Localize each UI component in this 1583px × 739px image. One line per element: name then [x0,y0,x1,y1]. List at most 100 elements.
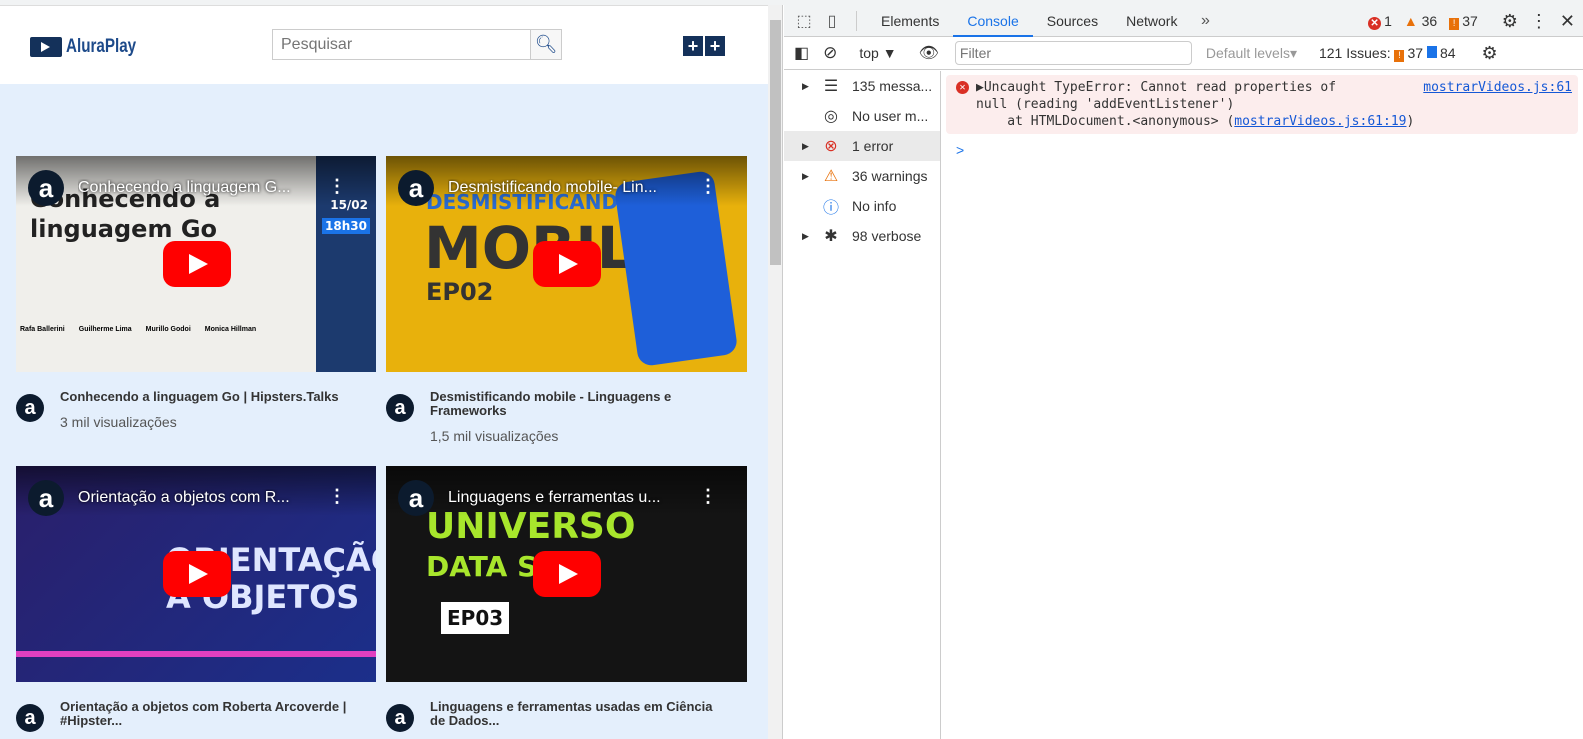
scrollbar-thumb[interactable] [770,20,781,265]
context-selector[interactable]: top ▼ [859,45,896,61]
play-icon[interactable] [533,551,601,597]
sidebar-toggle-icon[interactable]: ◧ [794,43,809,63]
video-thumbnail[interactable]: UNIVERSO DATA SCI EP03 a Linguagens e fe… [386,466,747,682]
overlay-title[interactable]: Conhecendo a linguagem G... [78,179,318,197]
play-icon[interactable] [163,241,231,287]
issues-button[interactable]: 121 Issues: ! 37 84 [1319,45,1456,62]
play-icon[interactable] [533,241,601,287]
avatar[interactable]: a [386,704,414,732]
video-card[interactable]: ORIENTAÇÃO A OBJETOS a Orientação a obje… [16,466,376,732]
thumb-text: EP03 [441,602,510,634]
error-text: null (reading 'addEventListener') [976,97,1235,112]
person-name: Rafa Ballerini [20,326,65,333]
console-sidebar: ▶ ☰ 135 messa... ◎ No user m... ▶ ⊗ 1 error ▶… [784,71,941,739]
sidebar-item-messages[interactable]: ▶ ☰ 135 messa... [784,71,940,101]
error-text: at HTMLDocument.<anonymous> ( [976,114,1235,129]
video-thumbnail[interactable]: Conhecendo a linguagem Go 15/02 18h30 Ra… [16,156,376,372]
sidebar-item-verbose[interactable]: ▶ ✱ 98 verbose [784,221,940,251]
sidebar-item-info[interactable]: ⓘ No info [784,191,940,221]
video-card[interactable]: UNIVERSO DATA SCI EP03 a Linguagens e fe… [386,466,747,732]
more-icon[interactable]: ⋮ [1530,11,1548,32]
video-title[interactable]: Desmistificando mobile - Linguagens e Fr… [430,390,720,418]
source-link[interactable]: mostrarVideos.js:61 [1423,79,1572,96]
error-icon: ⊗ [824,138,838,155]
overlay-title[interactable]: Orientação a objetos com R... [78,489,318,507]
page-scrollbar[interactable] [768,5,783,739]
logo[interactable]: AluraPlay [30,36,154,58]
more-tabs-icon[interactable]: » [1191,12,1219,30]
sidebar-item-label: 1 error [852,138,894,154]
settings-icon[interactable]: ⚙ [1502,11,1518,32]
thumb-text: EP02 [426,278,494,306]
add-video-button[interactable]: + + [683,36,725,56]
sidebar-item-label: 135 messa... [852,78,933,94]
search-button[interactable]: 🔍︎ [530,30,561,59]
tab-console[interactable]: Console [953,5,1033,37]
video-title[interactable]: Linguagens e ferramentas usadas em Ciênc… [430,700,720,728]
device-toggle-icon[interactable]: ▯ [818,11,846,31]
info-issue-icon [1426,45,1437,58]
person-name: Monica Hillman [204,326,257,333]
tab-network[interactable]: Network [1112,5,1191,37]
info-icon: ⓘ [822,200,839,217]
play-icon[interactable] [163,551,231,597]
person-name: Murillo Godoi [145,326,191,333]
channel-icon[interactable]: a [28,170,64,206]
sidebar-item-errors[interactable]: ▶ ⊗ 1 error [784,131,940,161]
expand-arrow-icon[interactable]: ▶ [976,80,984,95]
avatar[interactable]: a [16,394,44,422]
sidebar-item-label: 98 verbose [852,228,922,244]
channel-icon[interactable]: a [398,480,434,516]
channel-icon[interactable]: a [398,170,434,206]
issue-count-text: 37 [1462,12,1478,29]
error-count[interactable]: ✕ 1 [1368,13,1392,30]
video-title[interactable]: Orientação a objetos com Roberta Arcover… [60,700,350,728]
more-icon[interactable]: ⋮ [328,486,346,507]
issue-icon: ! [1394,49,1405,62]
plus-icon: + [683,36,703,56]
search-input[interactable] [273,30,530,59]
clear-console-icon[interactable]: ⊘ [823,43,837,63]
issue-count[interactable]: ! 37 [1449,13,1478,30]
console-settings-icon[interactable]: ⚙ [1482,43,1498,64]
console-prompt[interactable]: > [946,134,1578,166]
video-card[interactable]: Conhecendo a linguagem Go 15/02 18h30 Ra… [16,156,376,466]
person-name: Guilherme Lima [78,326,132,333]
channel-icon[interactable]: a [28,480,64,516]
tab-sources[interactable]: Sources [1033,5,1112,37]
more-icon[interactable]: ⋮ [328,176,346,197]
search-icon: 🔍︎ [534,34,558,54]
avatar[interactable]: a [386,394,414,422]
bug-icon: ✱ [824,228,838,245]
warning-icon: ▲ [1403,13,1418,29]
overlay-title[interactable]: Linguagens e ferramentas u... [448,489,688,507]
overlay-title[interactable]: Desmistificando mobile- Lin... [448,179,688,197]
video-thumbnail[interactable]: ORIENTAÇÃO A OBJETOS a Orientação a obje… [16,466,376,682]
web-page: AluraPlay 🔍︎ ++ Conhecendo a linguagem G… [0,5,768,739]
error-count-text: 1 [1384,12,1392,29]
levels-dropdown[interactable]: Default levels▾ [1206,45,1297,62]
video-card[interactable]: DESMISTIFICANDO MOBILE EP02 a Desmistifi… [386,156,747,466]
search-bar: 🔍︎ [272,29,562,60]
eye-icon[interactable]: 👁︎ [919,43,939,63]
video-title[interactable]: Conhecendo a linguagem Go | Hipsters.Tal… [60,390,350,404]
logo-text: AluraPlay [66,36,137,57]
close-icon[interactable]: ✕ [1560,11,1575,32]
list-icon: ☰ [823,78,839,95]
inspect-icon[interactable]: ⬚ [790,11,818,31]
sidebar-item-label: No user m... [852,108,929,124]
video-views: 1,5 mil visualizações [430,428,559,444]
issues-warn-count: 37 [1407,44,1424,61]
console-error-message[interactable]: ✕ ▶Uncaught TypeError: Cannot read proper… [946,75,1578,134]
sidebar-item-warnings[interactable]: ▶ ⚠ 36 warnings [784,161,940,191]
warning-count[interactable]: ▲ 36 [1404,13,1437,29]
avatar[interactable]: a [16,704,44,732]
more-icon[interactable]: ⋮ [699,486,717,507]
stack-link[interactable]: mostrarVideos.js:61:19 [1234,114,1406,129]
filter-input[interactable] [954,41,1192,65]
sidebar-item-label: 36 warnings [852,168,928,184]
tab-elements[interactable]: Elements [867,5,953,37]
video-thumbnail[interactable]: DESMISTIFICANDO MOBILE EP02 a Desmistifi… [386,156,747,372]
more-icon[interactable]: ⋮ [699,176,717,197]
sidebar-item-user-messages[interactable]: ◎ No user m... [784,101,940,131]
